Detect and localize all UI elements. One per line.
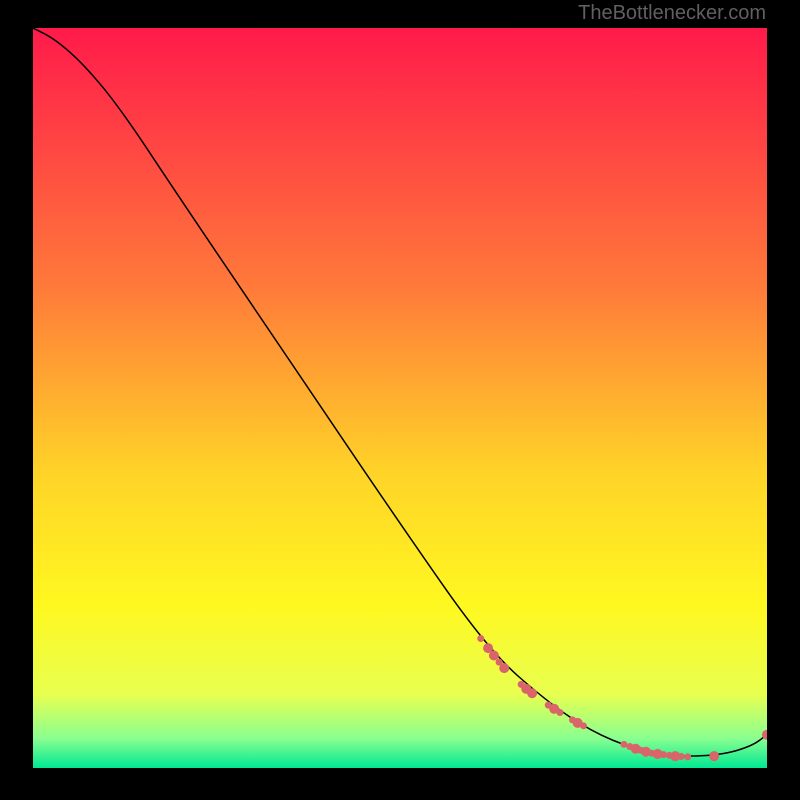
chart-curve xyxy=(33,28,767,756)
chart-marker xyxy=(557,709,564,716)
chart-marker xyxy=(527,688,537,698)
chart-marker xyxy=(489,651,499,661)
chart-marker xyxy=(477,635,484,642)
chart-marker xyxy=(499,663,509,673)
chart-markers xyxy=(477,635,767,761)
attribution-text: TheBottlenecker.com xyxy=(578,2,766,25)
chart-overlay xyxy=(33,28,767,768)
chart-plot-area xyxy=(33,28,767,768)
chart-marker xyxy=(709,751,719,761)
chart-marker xyxy=(678,753,685,760)
chart-marker xyxy=(580,722,587,729)
chart-marker xyxy=(660,751,667,758)
chart-marker xyxy=(684,753,691,760)
